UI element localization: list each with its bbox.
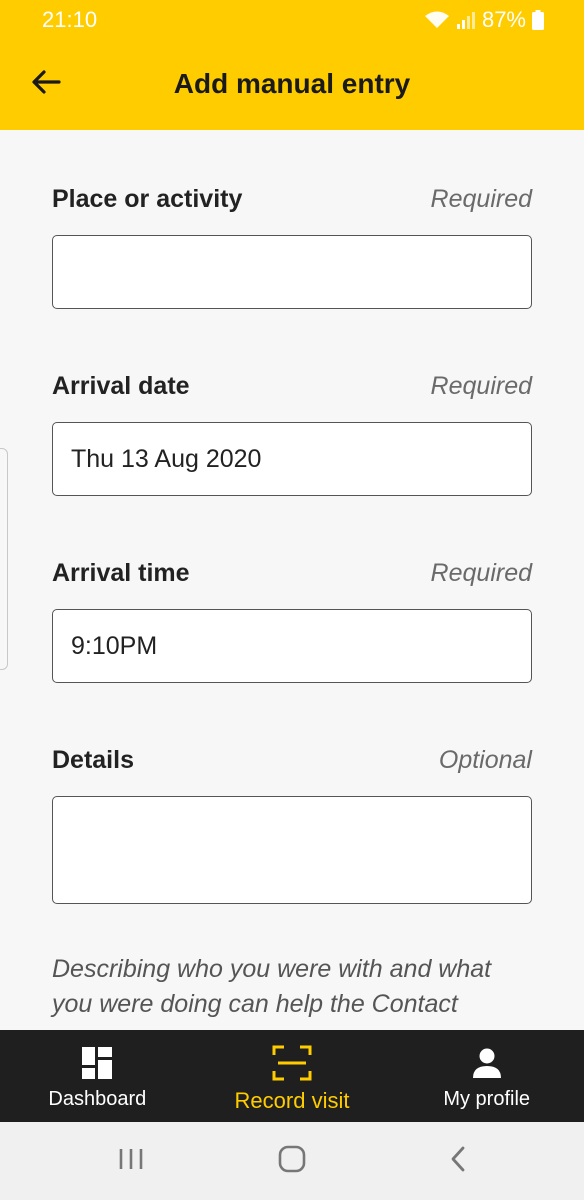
arrival-time-hint: Required: [430, 559, 532, 587]
header: 21:10 87% Add manual entry: [0, 0, 584, 130]
battery-level: 87%: [481, 7, 526, 32]
details-label: Details: [52, 746, 134, 774]
home-button[interactable]: [272, 1145, 312, 1178]
page-title: Add manual entry: [173, 68, 411, 99]
system-nav-bar: [0, 1122, 584, 1200]
recent-apps-button[interactable]: [111, 1146, 151, 1176]
nav-my-profile[interactable]: My profile: [389, 1030, 584, 1122]
edge-panel-handle[interactable]: [0, 448, 8, 670]
place-input[interactable]: [52, 235, 532, 309]
place-label: Place or activity: [52, 185, 243, 213]
status-icons: 87%: [424, 7, 544, 33]
home-icon: [278, 1145, 306, 1178]
battery-icon: [532, 10, 544, 30]
nav-record-visit-label: Record visit: [234, 1088, 350, 1113]
system-back-button[interactable]: [438, 1146, 478, 1176]
recent-apps-icon: [118, 1147, 144, 1176]
nav-record-visit[interactable]: Record visit: [195, 1030, 390, 1122]
wifi-icon: [424, 10, 450, 30]
system-back-icon: [448, 1145, 468, 1178]
arrival-date-label: Arrival date: [52, 372, 190, 400]
nav-dashboard-label: Dashboard: [48, 1088, 147, 1110]
arrival-date-input[interactable]: Thu 13 Aug 2020: [52, 422, 532, 496]
dashboard-icon: [82, 1044, 113, 1082]
place-hint: Required: [430, 185, 532, 213]
app-bar: Add manual entry: [0, 40, 584, 130]
help-text: Describing who you were with and what yo…: [52, 955, 492, 1018]
form-content: Place or activity Required Arrival date …: [0, 130, 584, 1030]
status-bar: 21:10 87%: [0, 0, 584, 40]
arrival-date-hint: Required: [430, 372, 532, 400]
nav-my-profile-label: My profile: [443, 1088, 531, 1110]
profile-icon: [472, 1044, 501, 1082]
details-input[interactable]: [52, 796, 532, 904]
signal-icon: [456, 10, 476, 30]
scan-icon: [272, 1044, 312, 1082]
arrival-time-label: Arrival time: [52, 559, 190, 587]
status-time: 21:10: [42, 7, 98, 32]
bottom-nav: Dashboard Record visit My profile: [0, 1030, 584, 1122]
details-hint: Optional: [438, 746, 532, 774]
nav-dashboard[interactable]: Dashboard: [0, 1030, 195, 1122]
arrival-time-input[interactable]: 9:10PM: [52, 609, 532, 683]
